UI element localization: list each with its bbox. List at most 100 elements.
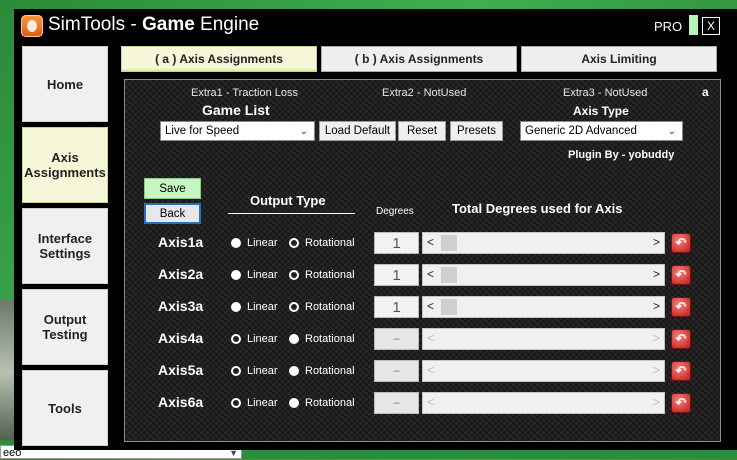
reset-axis-icon[interactable]: ↶: [671, 233, 691, 253]
linear-radio-label: Linear: [247, 365, 278, 377]
axis-name-label: Axis3a: [158, 298, 204, 314]
rotational-radio[interactable]: [289, 334, 299, 344]
panel-corner-letter: a: [702, 85, 709, 99]
scroll-right-arrow-icon: >: [652, 395, 660, 409]
game-list-value: Live for Speed: [165, 125, 240, 137]
axis-name-label: Axis5a: [158, 362, 204, 378]
sidebar-item-home[interactable]: Home: [22, 46, 108, 122]
total-degrees-slider[interactable]: < >: [422, 264, 665, 286]
rotational-radio[interactable]: [289, 366, 299, 376]
total-degrees-slider: < >: [422, 392, 665, 414]
titlebar: SimTools - Game Engine PRO X: [14, 9, 737, 43]
axis-name-label: Axis1a: [158, 234, 204, 250]
reset-axis-icon[interactable]: ↶: [671, 361, 691, 381]
game-list-select[interactable]: Live for Speed ⌄: [160, 121, 315, 141]
sidebar-item-tools[interactable]: Tools: [22, 370, 108, 446]
axis-type-label: Axis Type: [573, 104, 629, 118]
desktop-background-strip: [0, 300, 14, 445]
degrees-label: Degrees: [376, 206, 414, 217]
extra1-label: Extra1 - Traction Loss: [191, 87, 298, 99]
rotational-radio[interactable]: [289, 398, 299, 408]
sidebar-item-label: Output Testing: [42, 312, 88, 342]
axis-name-label: Axis6a: [158, 394, 204, 410]
axis-name-label: Axis2a: [158, 266, 204, 282]
output-type-label: Output Type: [250, 193, 326, 208]
chevron-down-icon: ⌄: [299, 126, 308, 137]
sidebar-item-output-testing[interactable]: Output Testing: [22, 289, 108, 365]
degrees-field: –: [374, 360, 419, 382]
scroll-left-arrow-icon: <: [427, 395, 435, 409]
rotational-radio[interactable]: [289, 238, 299, 248]
sidebar-item-label: Tools: [48, 400, 82, 416]
rotational-radio[interactable]: [289, 302, 299, 312]
linear-radio[interactable]: [231, 366, 241, 376]
slider-thumb[interactable]: [441, 267, 457, 283]
reset-axis-icon[interactable]: ↶: [671, 393, 691, 413]
back-button[interactable]: Back: [144, 203, 201, 224]
degrees-field[interactable]: 1: [374, 232, 419, 254]
tab-axis-assignments-b[interactable]: ( b ) Axis Assignments: [321, 46, 517, 72]
sidebar-item-label: Axis Assignments: [24, 150, 106, 180]
reset-button[interactable]: Reset: [398, 121, 446, 141]
scroll-left-arrow-icon[interactable]: <: [427, 235, 434, 249]
reset-axis-icon[interactable]: ↶: [671, 329, 691, 349]
tab-label: ( b ) Axis Assignments: [354, 52, 484, 66]
axis-type-select[interactable]: Generic 2D Advanced ⌄: [520, 121, 683, 141]
degrees-field[interactable]: 1: [374, 264, 419, 286]
degrees-field[interactable]: 1: [374, 296, 419, 318]
total-degrees-slider[interactable]: < >: [422, 296, 665, 318]
chevron-down-icon: ⌄: [667, 126, 676, 137]
rotational-radio-label: Rotational: [305, 397, 355, 409]
rotational-radio-label: Rotational: [305, 301, 355, 313]
close-button[interactable]: X: [702, 17, 720, 35]
reset-axis-icon[interactable]: ↶: [671, 297, 691, 317]
reset-axis-icon[interactable]: ↶: [671, 265, 691, 285]
scroll-right-arrow-icon[interactable]: >: [653, 235, 660, 249]
sidebar-item-interface-settings[interactable]: Interface Settings: [22, 208, 108, 284]
rotational-radio-label: Rotational: [305, 237, 355, 249]
linear-radio[interactable]: [231, 334, 241, 344]
save-button[interactable]: Save: [144, 178, 201, 199]
app-logo-icon: [21, 15, 43, 37]
linear-radio[interactable]: [231, 270, 241, 280]
rotational-radio-label: Rotational: [305, 365, 355, 377]
total-degrees-slider[interactable]: < >: [422, 232, 665, 254]
title-part-bold: Game: [141, 14, 195, 35]
linear-radio[interactable]: [231, 238, 241, 248]
linear-radio-label: Linear: [247, 301, 278, 313]
total-degrees-slider: < >: [422, 360, 665, 382]
window-title: SimTools - Game Engine: [48, 14, 259, 36]
title-part-rest: Engine: [194, 14, 260, 35]
sidebar-item-label: Interface Settings: [37, 231, 93, 261]
slider-thumb[interactable]: [441, 235, 457, 251]
tab-label: ( a ) Axis Assignments: [155, 52, 283, 66]
sidebar-item-axis-assignments[interactable]: Axis Assignments: [22, 127, 108, 203]
axis-name-label: Axis4a: [158, 330, 204, 346]
total-degrees-slider: < >: [422, 328, 665, 350]
degrees-field: –: [374, 328, 419, 350]
presets-button[interactable]: Presets: [450, 121, 503, 141]
game-list-label: Game List: [202, 102, 270, 118]
tab-axis-assignments-a[interactable]: ( a ) Axis Assignments: [121, 46, 317, 72]
tab-axis-limiting[interactable]: Axis Limiting: [521, 46, 717, 72]
axis-assignment-panel: Extra1 - Traction Loss Extra2 - NotUsed …: [124, 79, 721, 442]
slider-thumb[interactable]: [441, 299, 457, 315]
scroll-right-arrow-icon[interactable]: >: [653, 299, 660, 313]
total-degrees-label: Total Degrees used for Axis: [452, 201, 623, 216]
rotational-radio-label: Rotational: [305, 333, 355, 345]
axis-type-value: Generic 2D Advanced: [525, 125, 637, 137]
scroll-left-arrow-icon: <: [427, 331, 435, 345]
degrees-field: –: [374, 392, 419, 414]
tab-label: Axis Limiting: [581, 52, 657, 66]
linear-radio-label: Linear: [247, 269, 278, 281]
pro-label: PRO: [654, 19, 683, 34]
rotational-radio[interactable]: [289, 270, 299, 280]
extra3-label: Extra3 - NotUsed: [563, 87, 648, 99]
scroll-right-arrow-icon[interactable]: >: [653, 267, 660, 281]
scroll-left-arrow-icon[interactable]: <: [427, 267, 434, 281]
linear-radio[interactable]: [231, 302, 241, 312]
load-default-button[interactable]: Load Default: [319, 121, 396, 141]
scroll-right-arrow-icon: >: [652, 331, 660, 345]
linear-radio[interactable]: [231, 398, 241, 408]
scroll-left-arrow-icon[interactable]: <: [427, 299, 434, 313]
